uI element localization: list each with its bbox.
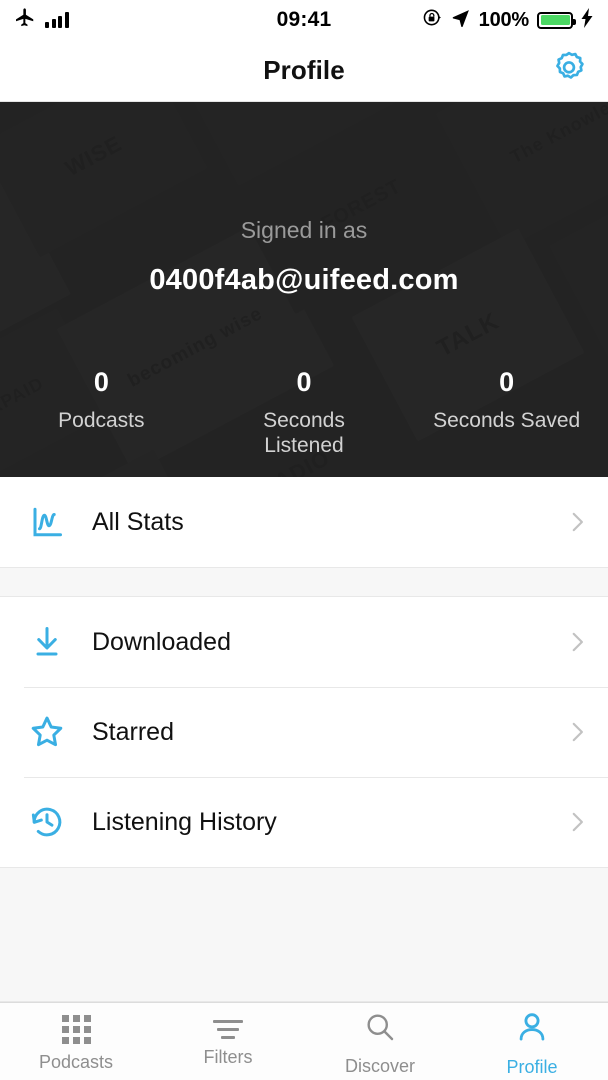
tab-podcasts[interactable]: Podcasts [0, 1003, 152, 1080]
menu-row-listening-history[interactable]: Listening History [0, 777, 608, 867]
profile-stat-value: 0 [93, 367, 109, 397]
chevron-right-icon [564, 629, 590, 655]
battery-percent-label: 100% [478, 8, 530, 31]
nav-bar: Profile [0, 40, 608, 102]
battery-icon [537, 11, 576, 29]
chevron-right-icon [564, 719, 590, 745]
profile-stat-value: 0 [499, 367, 515, 397]
section-gap-bottom [0, 867, 608, 1002]
menu-row-label: Starred [92, 717, 174, 746]
star-icon [24, 713, 70, 751]
stats-chart-icon [24, 504, 70, 540]
menu-list: All Stats Downloaded Starred Listening H… [0, 477, 608, 1002]
section-gap-top [0, 567, 608, 597]
profile-stat-label: Seconds Saved [433, 409, 581, 432]
profile-stat: 0 Seconds Saved [405, 367, 608, 459]
status-bar: 09:41 100% [0, 0, 608, 40]
tab-profile[interactable]: Profile [456, 1003, 608, 1080]
menu-section-stats: All Stats [0, 477, 608, 567]
menu-row-label: All Stats [92, 507, 184, 536]
menu-row-label: Downloaded [92, 627, 231, 656]
filter-lines-icon [213, 1019, 243, 1039]
history-clock-icon [24, 803, 70, 841]
person-icon [515, 1010, 549, 1049]
profile-stat-label: Podcasts [58, 409, 145, 432]
signal-bars-icon [45, 12, 69, 28]
tab-label: Podcasts [38, 1051, 114, 1072]
page-title: Profile [263, 55, 345, 85]
profile-stat: 0 Seconds Listened [203, 367, 406, 459]
status-bar-right: 100% [422, 7, 594, 33]
download-icon [24, 624, 70, 660]
bottom-tab-bar: Podcasts Filters Discover Profile [0, 1002, 608, 1080]
tab-label: Profile [506, 1056, 558, 1077]
grid-icon [61, 1014, 91, 1044]
airplane-icon [14, 7, 36, 34]
chevron-right-icon [564, 809, 590, 835]
menu-row-label: Listening History [92, 807, 277, 836]
menu-row-all-stats[interactable]: All Stats [0, 477, 608, 567]
charging-bolt-icon [581, 7, 594, 33]
profile-stat-value: 0 [296, 367, 312, 397]
rotation-lock-icon [422, 7, 443, 33]
profile-stats-row: 0 Podcasts 0 Seconds Listened 0 Seconds Saved [0, 367, 608, 459]
settings-button[interactable] [548, 50, 590, 92]
tab-discover[interactable]: Discover [304, 1003, 456, 1080]
chevron-right-icon [564, 509, 590, 535]
menu-section-library: Downloaded Starred Listening History [0, 597, 608, 867]
tab-label: Discover [344, 1055, 415, 1076]
menu-row-starred[interactable]: Starred [0, 687, 608, 777]
tab-label: Filters [203, 1046, 253, 1067]
account-email: 0400f4ab@uifeed.com [149, 264, 459, 296]
status-bar-left [14, 7, 69, 34]
search-icon [364, 1011, 396, 1048]
profile-stat: 0 Podcasts [0, 367, 203, 459]
profile-header: MICHAEL LEWISUNDERPAIDWISEbecoming wise4… [0, 102, 608, 477]
location-arrow-icon [451, 8, 471, 33]
profile-stat-label: Seconds Listened [263, 409, 345, 457]
menu-row-downloaded[interactable]: Downloaded [0, 597, 608, 687]
signed-in-label: Signed in as [240, 217, 368, 243]
tab-filters[interactable]: Filters [152, 1003, 304, 1080]
gear-icon [550, 49, 588, 92]
